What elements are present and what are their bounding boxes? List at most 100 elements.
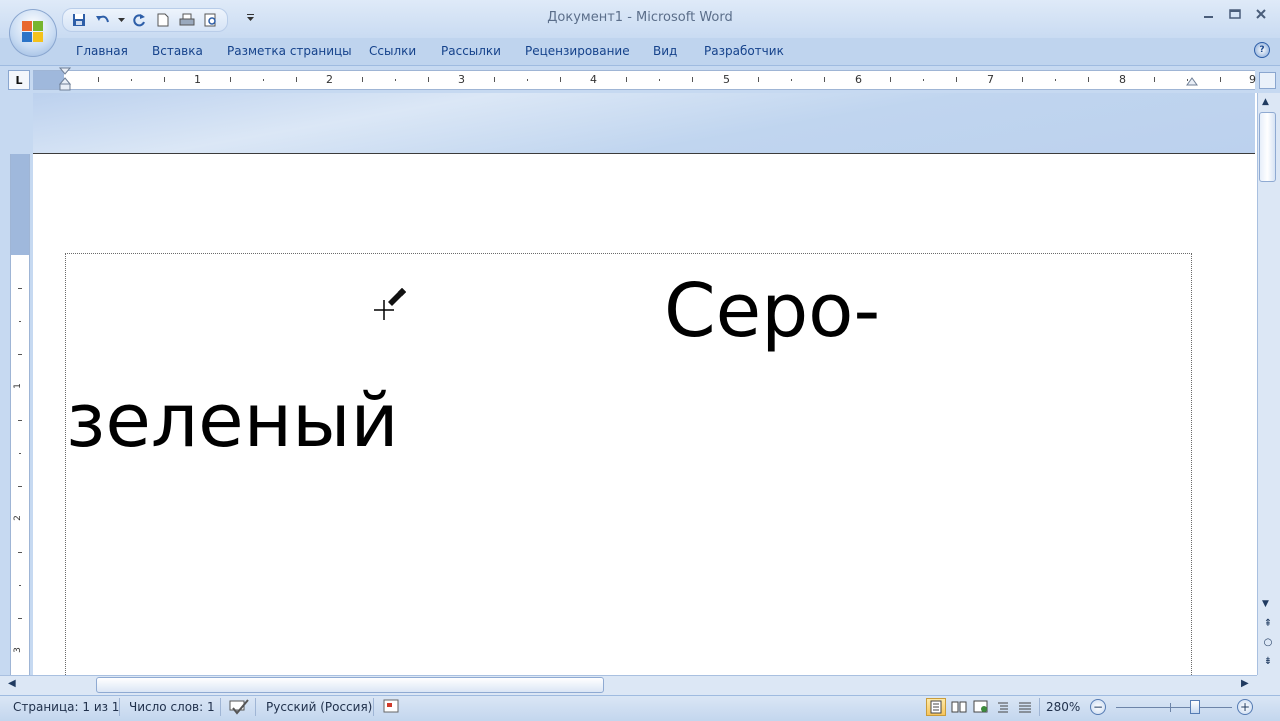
ruler-number: 1 (194, 73, 201, 86)
ruler-tick (1055, 79, 1056, 81)
ruler-tick (19, 321, 21, 322)
tab-mailings[interactable]: Рассылки (441, 44, 501, 58)
status-divider (373, 698, 374, 716)
ruler-tick (131, 79, 132, 81)
zoom-in-icon[interactable]: + (1237, 699, 1253, 715)
scrollbar-corner (1257, 675, 1280, 695)
ruler-tick (626, 77, 627, 82)
ruler-tick (494, 77, 495, 82)
full-screen-reading-view-icon[interactable] (949, 698, 969, 716)
ruler-number: 4 (590, 73, 597, 86)
indent-marker-icon[interactable] (58, 67, 72, 91)
ruler-tick (230, 77, 231, 82)
ruler-tick (1154, 77, 1155, 82)
scroll-up-icon[interactable]: ▲ (1262, 97, 1269, 107)
zoom-slider-track[interactable] (1116, 707, 1232, 708)
tab-view[interactable]: Вид (653, 44, 677, 58)
ruler-number: 9 (1249, 73, 1256, 86)
previous-page-icon[interactable]: ⇞ (1261, 617, 1275, 631)
document-background (33, 93, 1255, 153)
ruler-tick (18, 618, 22, 619)
ruler-tick (395, 79, 396, 81)
page-count[interactable]: Страница: 1 из 1 (13, 700, 119, 714)
tab-review[interactable]: Рецензирование (525, 44, 630, 58)
help-icon[interactable]: ? (1254, 42, 1270, 58)
ruler-number: 7 (987, 73, 994, 86)
ruler-tick (18, 486, 22, 487)
ruler-tick (19, 453, 21, 454)
tab-developer[interactable]: Разработчик (704, 44, 784, 58)
word-count[interactable]: Число слов: 1 (129, 700, 215, 714)
scroll-down-icon[interactable]: ▼ (1262, 599, 1269, 609)
ruler-tick (362, 77, 363, 82)
ruler-number: 3 (12, 647, 23, 653)
vertical-ruler[interactable]: 1 2 3 (10, 154, 30, 675)
ruler-tick (758, 77, 759, 82)
zoom-slider-thumb[interactable] (1190, 700, 1200, 714)
horizontal-ruler[interactable]: 1 2 3 4 5 6 7 8 9 (33, 70, 1256, 90)
text-box[interactable] (65, 253, 1192, 683)
tab-page-layout[interactable]: Разметка страницы (227, 44, 352, 58)
horizontal-scroll-thumb[interactable] (96, 677, 604, 693)
ruler-tick (1022, 77, 1023, 82)
ruler-tick (164, 77, 165, 82)
ruler-tick (1220, 77, 1221, 82)
minimize-icon[interactable] (1200, 6, 1218, 22)
ruler-tick (692, 77, 693, 82)
ruler-tick (890, 77, 891, 82)
macro-recording-icon[interactable] (383, 699, 399, 716)
scroll-right-icon[interactable]: ▶ (1241, 678, 1249, 689)
right-indent-marker-icon[interactable] (1186, 76, 1198, 90)
status-divider (1039, 698, 1040, 716)
spelling-check-icon[interactable] (228, 698, 250, 719)
maximize-icon[interactable] (1226, 6, 1244, 22)
tab-home[interactable]: Главная (76, 44, 128, 58)
ruler-tick (18, 288, 22, 289)
zoom-out-icon[interactable]: − (1090, 699, 1106, 715)
web-layout-view-icon[interactable] (971, 698, 991, 716)
tab-selector[interactable]: L (8, 70, 30, 90)
office-logo-icon (22, 21, 44, 43)
ruler-tick (428, 77, 429, 82)
status-divider (220, 698, 221, 716)
ruler-tick (18, 420, 22, 421)
vertical-scroll-thumb[interactable] (1259, 112, 1276, 182)
ruler-tick (263, 79, 264, 81)
ruler-number: 1 (12, 383, 23, 389)
ruler-tick (98, 77, 99, 82)
office-button[interactable] (9, 9, 57, 57)
tab-references[interactable]: Ссылки (369, 44, 416, 58)
ruler-tick (527, 79, 528, 81)
document-text-line[interactable]: Серо- (664, 268, 880, 354)
close-icon[interactable] (1252, 6, 1270, 22)
zoom-level[interactable]: 280% (1046, 700, 1080, 714)
view-ruler-icon[interactable] (1259, 72, 1276, 89)
ruler-tick (296, 77, 297, 82)
draft-view-icon[interactable] (1015, 698, 1035, 716)
window-controls (1200, 6, 1270, 22)
ruler-number: 8 (1119, 73, 1126, 86)
ruler-number: 6 (855, 73, 862, 86)
ruler-tick (956, 77, 957, 82)
status-divider (119, 698, 120, 716)
tab-insert[interactable]: Вставка (152, 44, 203, 58)
ruler-number: 2 (12, 515, 23, 521)
ruler-tick (824, 77, 825, 82)
ruler-tick (18, 354, 22, 355)
ruler-tick (1088, 77, 1089, 82)
outline-view-icon[interactable] (993, 698, 1013, 716)
ruler-margin (11, 154, 29, 255)
scroll-left-icon[interactable]: ◀ (8, 678, 16, 689)
language-indicator[interactable]: Русский (Россия) (266, 700, 372, 714)
next-page-icon[interactable]: ⇟ (1261, 655, 1275, 669)
ruler-tick (18, 552, 22, 553)
print-layout-view-icon[interactable] (926, 698, 946, 716)
ruler-number: 2 (326, 73, 333, 86)
document-text-line[interactable]: зеленый (66, 378, 399, 464)
browse-object-icon[interactable]: ○ (1261, 636, 1275, 650)
ruler-tick (791, 79, 792, 81)
window-title: Документ1 - Microsoft Word (547, 10, 733, 25)
zoom-slider-center-mark (1170, 703, 1171, 712)
ruler-tick (659, 79, 660, 81)
ruler-number: 3 (458, 73, 465, 86)
